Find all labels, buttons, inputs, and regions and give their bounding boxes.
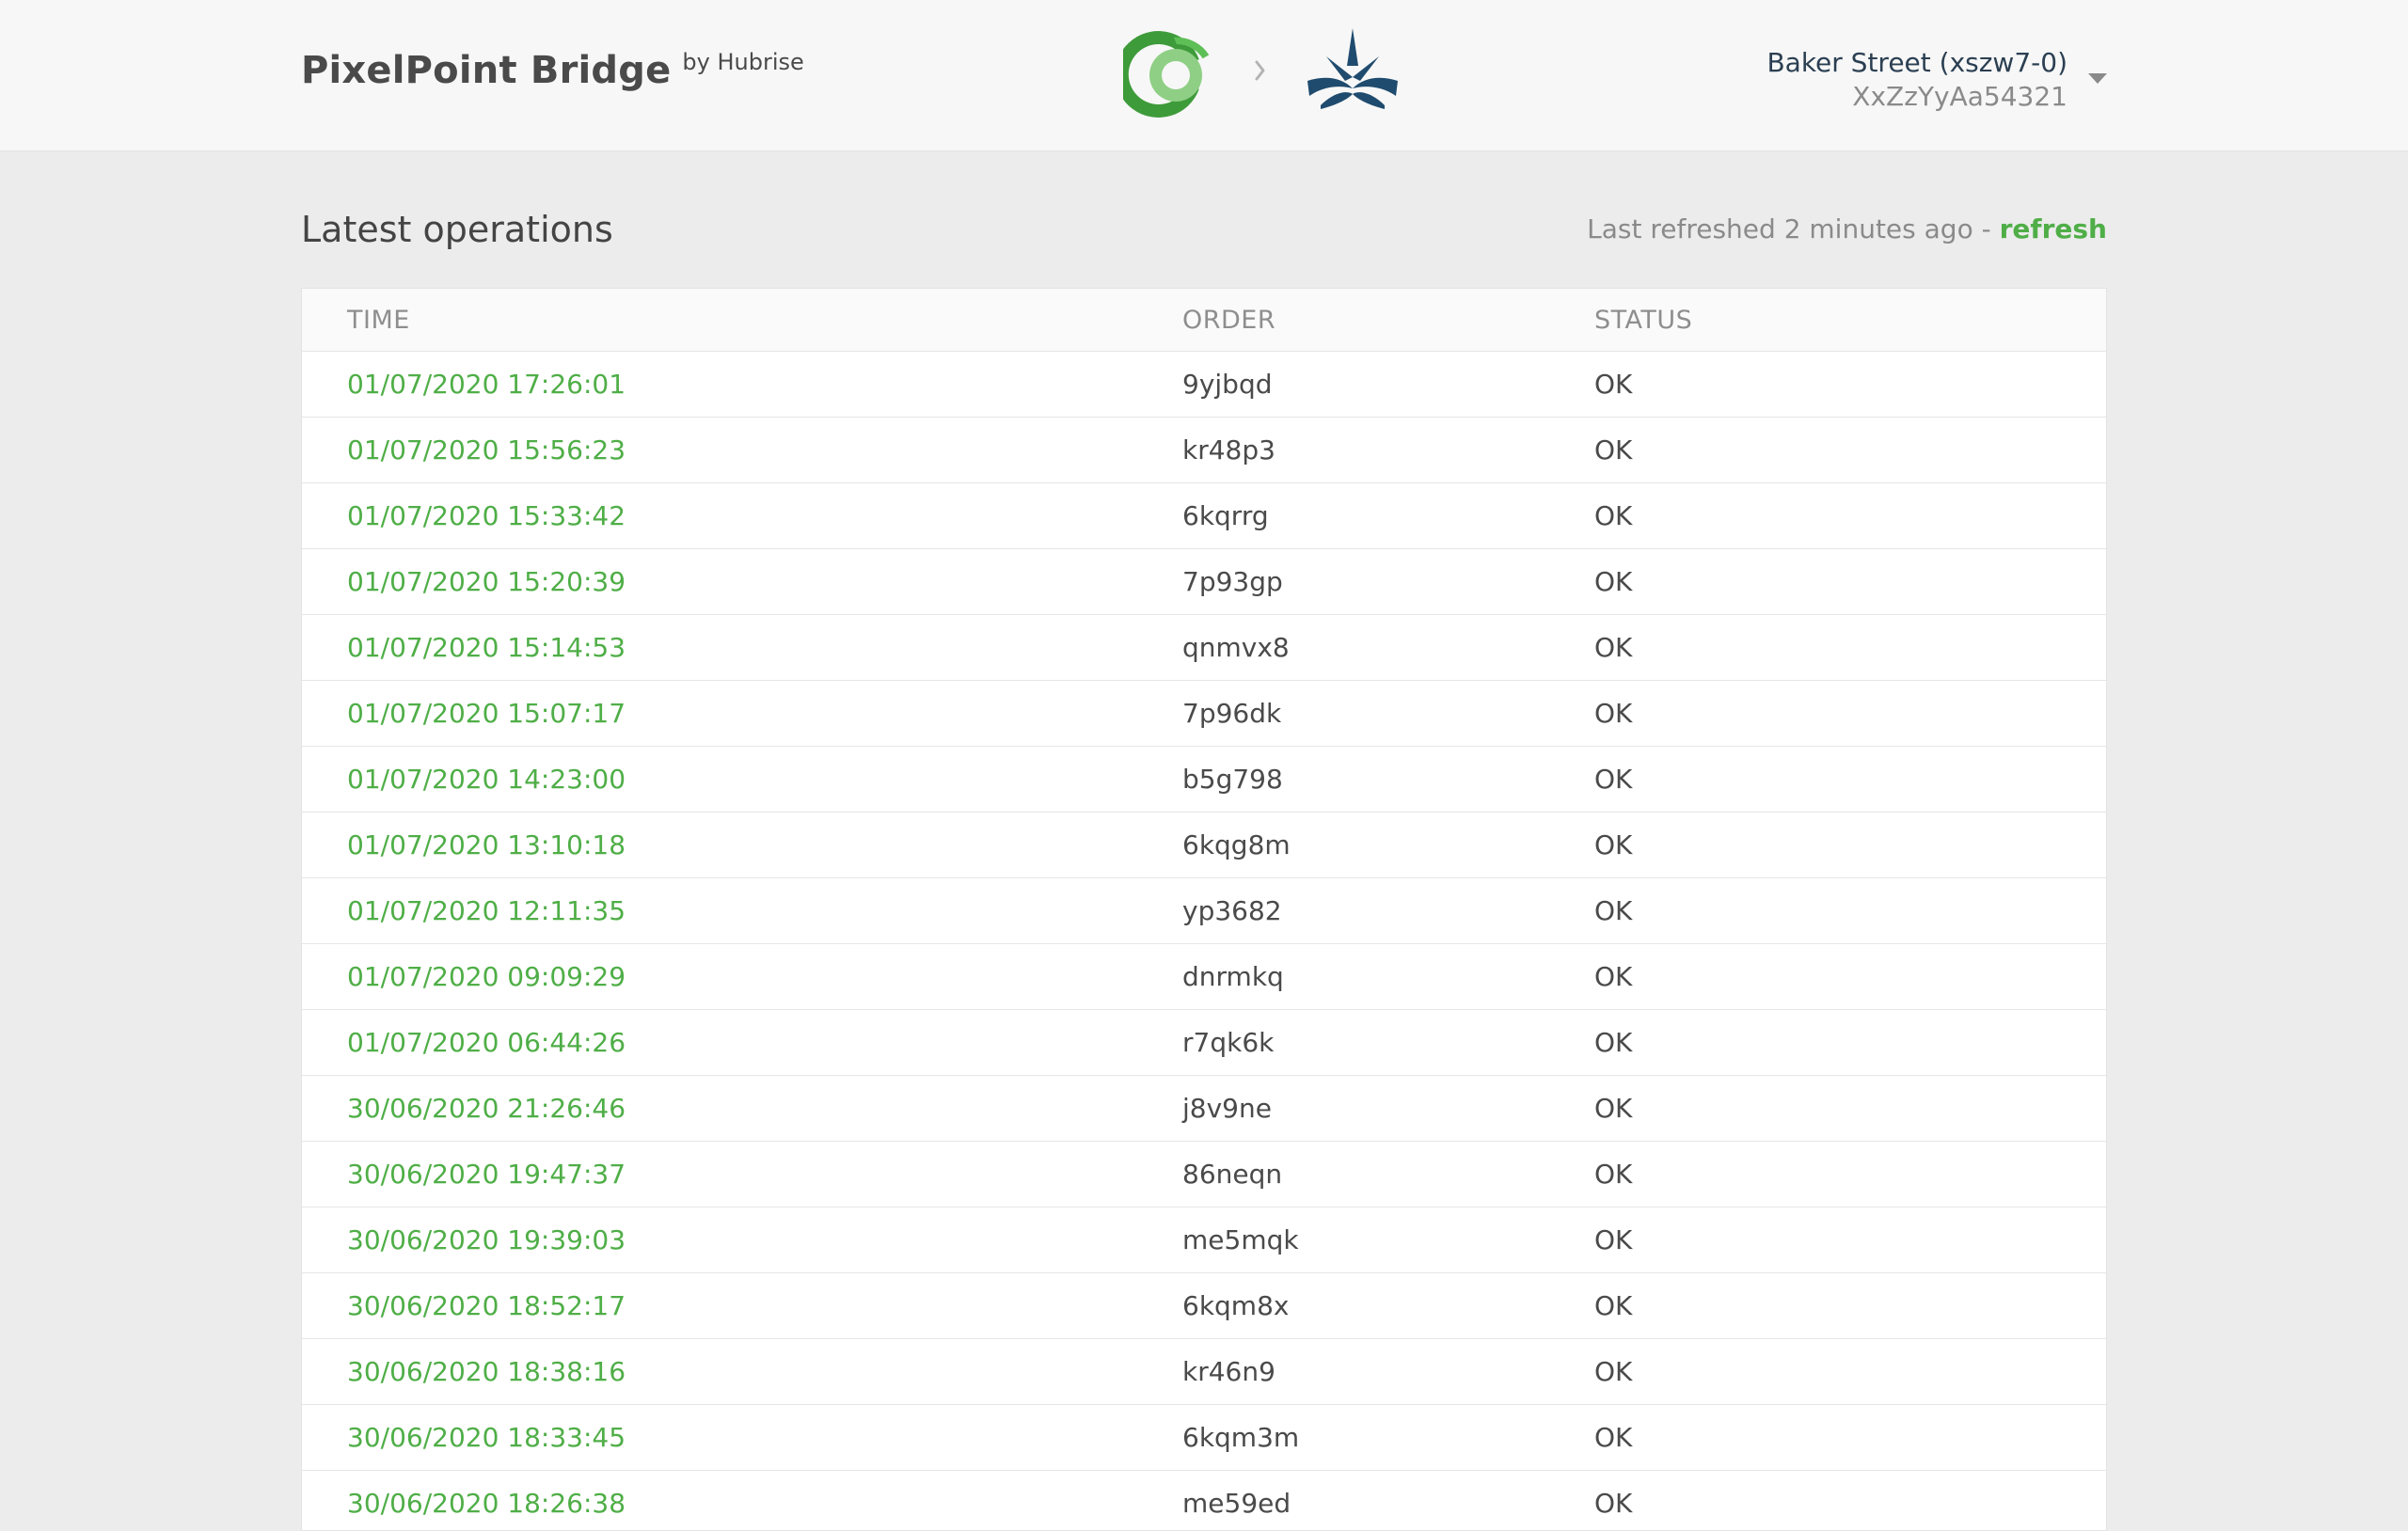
operation-time-link[interactable]: 01/07/2020 15:33:42 (302, 483, 1182, 549)
operation-status: OK (1594, 1339, 2106, 1405)
operation-time-link[interactable]: 30/06/2020 18:26:38 (302, 1471, 1182, 1531)
operations-table-card: TIME ORDER STATUS 01/07/2020 17:26:019yj… (301, 288, 2107, 1531)
operation-time-link[interactable]: 01/07/2020 13:10:18 (302, 813, 1182, 878)
table-row: 30/06/2020 21:26:46j8v9neOK (302, 1076, 2106, 1142)
table-row: 01/07/2020 09:09:29dnrmkqOK (302, 944, 2106, 1010)
account-name: Baker Street (xszw7-0) (1766, 45, 2067, 81)
table-row: 30/06/2020 18:38:16kr46n9OK (302, 1339, 2106, 1405)
table-row: 30/06/2020 19:47:3786neqnOK (302, 1142, 2106, 1207)
operation-status: OK (1594, 1405, 2106, 1471)
operation-time-link[interactable]: 30/06/2020 18:33:45 (302, 1405, 1182, 1471)
table-row: 30/06/2020 18:26:38me59edOK (302, 1471, 2106, 1531)
account-details: Baker Street (xszw7-0) XxZzYyAa54321 (1766, 45, 2067, 113)
operation-order: me59ed (1182, 1471, 1594, 1531)
integration-logos-svg (1123, 23, 1424, 126)
table-row: 01/07/2020 15:20:397p93gpOK (302, 549, 2106, 615)
integration-logos (1123, 23, 1424, 126)
operation-time-link[interactable]: 30/06/2020 19:47:37 (302, 1142, 1182, 1207)
operation-order: 7p93gp (1182, 549, 1594, 615)
operation-time-link[interactable]: 30/06/2020 21:26:46 (302, 1076, 1182, 1142)
table-row: 30/06/2020 18:52:176kqm8xOK (302, 1273, 2106, 1339)
operation-order: 7p96dk (1182, 681, 1594, 747)
table-row: 01/07/2020 15:14:53qnmvx8OK (302, 615, 2106, 681)
operation-order: kr48p3 (1182, 418, 1594, 483)
operation-status: OK (1594, 615, 2106, 681)
operations-header: Latest operations Last refreshed 2 minut… (301, 203, 2107, 256)
operation-order: 6kqrrg (1182, 483, 1594, 549)
operation-status: OK (1594, 1010, 2106, 1076)
column-header-status: STATUS (1594, 289, 2106, 352)
operation-time-link[interactable]: 30/06/2020 18:38:16 (302, 1339, 1182, 1405)
table-row: 01/07/2020 15:07:177p96dkOK (302, 681, 2106, 747)
operation-order: j8v9ne (1182, 1076, 1594, 1142)
table-row: 01/07/2020 15:33:426kqrrgOK (302, 483, 2106, 549)
table-row: 01/07/2020 06:44:26r7qk6kOK (302, 1010, 2106, 1076)
operation-order: yp3682 (1182, 878, 1594, 944)
chevron-right-icon (1257, 62, 1263, 79)
operation-order: 9yjbqd (1182, 352, 1594, 418)
operation-status: OK (1594, 418, 2106, 483)
operation-time-link[interactable]: 30/06/2020 18:52:17 (302, 1273, 1182, 1339)
operation-time-link[interactable]: 01/07/2020 06:44:26 (302, 1010, 1182, 1076)
operation-order: 86neqn (1182, 1142, 1594, 1207)
operation-order: qnmvx8 (1182, 615, 1594, 681)
operation-order: kr46n9 (1182, 1339, 1594, 1405)
operation-time-link[interactable]: 30/06/2020 19:39:03 (302, 1207, 1182, 1273)
operation-order: r7qk6k (1182, 1010, 1594, 1076)
table-header-row: TIME ORDER STATUS (302, 289, 2106, 352)
caret-down-icon[interactable] (2088, 73, 2107, 84)
operation-status: OK (1594, 483, 2106, 549)
pixelpoint-logo-icon (1307, 28, 1398, 109)
hubrise-logo-icon (1123, 31, 1209, 118)
operations-table: TIME ORDER STATUS 01/07/2020 17:26:019yj… (302, 289, 2106, 1531)
account-switcher[interactable]: Baker Street (xszw7-0) XxZzYyAa54321 (1766, 45, 2107, 113)
app-name: PixelPoint Bridge (301, 49, 671, 92)
operation-time-link[interactable]: 01/07/2020 15:56:23 (302, 418, 1182, 483)
last-refreshed-status: Last refreshed 2 minutes ago - refresh (1587, 211, 2107, 248)
table-row: 30/06/2020 19:39:03me5mqkOK (302, 1207, 2106, 1273)
column-header-time: TIME (302, 289, 1182, 352)
operation-time-link[interactable]: 01/07/2020 15:14:53 (302, 615, 1182, 681)
operation-status: OK (1594, 352, 2106, 418)
operation-order: 6kqm8x (1182, 1273, 1594, 1339)
refresh-link[interactable]: refresh (2000, 213, 2107, 245)
operation-order: 6kqg8m (1182, 813, 1594, 878)
operation-time-link[interactable]: 01/07/2020 15:20:39 (302, 549, 1182, 615)
operation-status: OK (1594, 813, 2106, 878)
operation-status: OK (1594, 747, 2106, 813)
brand: PixelPoint Bridge by Hubrise (301, 49, 804, 92)
operation-order: 6kqm3m (1182, 1405, 1594, 1471)
operation-status: OK (1594, 1142, 2106, 1207)
operation-status: OK (1594, 1471, 2106, 1531)
by-hubrise-label: by Hubrise (682, 49, 803, 75)
operation-order: me5mqk (1182, 1207, 1594, 1273)
operation-order: b5g798 (1182, 747, 1594, 813)
operation-time-link[interactable]: 01/07/2020 15:07:17 (302, 681, 1182, 747)
operations-table-body: 01/07/2020 17:26:019yjbqdOK01/07/2020 15… (302, 352, 2106, 1531)
operation-time-link[interactable]: 01/07/2020 12:11:35 (302, 878, 1182, 944)
operation-time-link[interactable]: 01/07/2020 09:09:29 (302, 944, 1182, 1010)
operation-time-link[interactable]: 01/07/2020 14:23:00 (302, 747, 1182, 813)
page-title: Latest operations (301, 203, 613, 256)
table-row: 30/06/2020 18:33:456kqm3mOK (302, 1405, 2106, 1471)
table-row: 01/07/2020 17:26:019yjbqdOK (302, 352, 2106, 418)
operation-status: OK (1594, 681, 2106, 747)
operation-status: OK (1594, 1273, 2106, 1339)
column-header-order: ORDER (1182, 289, 1594, 352)
operation-status: OK (1594, 1207, 2106, 1273)
operation-status: OK (1594, 549, 2106, 615)
table-row: 01/07/2020 13:10:186kqg8mOK (302, 813, 2106, 878)
operation-order: dnrmkq (1182, 944, 1594, 1010)
app-header: PixelPoint Bridge by Hubrise (0, 0, 2408, 151)
operation-status: OK (1594, 878, 2106, 944)
last-refreshed-text: Last refreshed 2 minutes ago - (1587, 213, 1999, 245)
account-id: XxZzYyAa54321 (1766, 81, 2067, 113)
operation-status: OK (1594, 1076, 2106, 1142)
operation-status: OK (1594, 944, 2106, 1010)
table-row: 01/07/2020 14:23:00b5g798OK (302, 747, 2106, 813)
table-row: 01/07/2020 15:56:23kr48p3OK (302, 418, 2106, 483)
operation-time-link[interactable]: 01/07/2020 17:26:01 (302, 352, 1182, 418)
table-row: 01/07/2020 12:11:35yp3682OK (302, 878, 2106, 944)
